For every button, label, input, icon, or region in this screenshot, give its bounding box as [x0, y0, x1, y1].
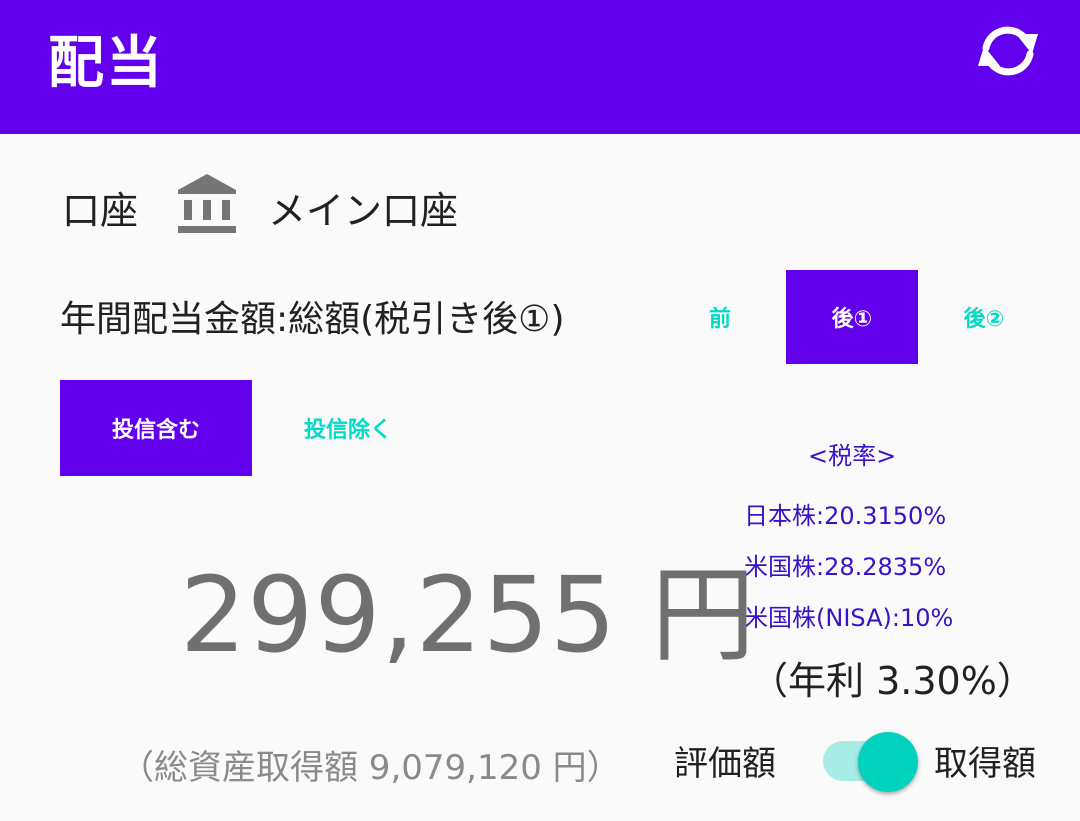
- tax-rate-japan: 日本株:20.3150%: [744, 502, 947, 530]
- include-funds-button[interactable]: 投信含む: [60, 380, 252, 476]
- tax-after2-button[interactable]: 後②: [918, 270, 1050, 364]
- app-title: 配当: [48, 31, 164, 96]
- tax-rate-us-nisa: 米国株(NISA):10%: [744, 604, 954, 632]
- bank-icon: [176, 172, 238, 234]
- total-assets: （総資産取得額 9,079,120 円）: [120, 748, 621, 788]
- app-bar: 配当: [0, 0, 1080, 134]
- annual-yield: （年利 3.30%）: [750, 659, 1035, 703]
- refresh-icon[interactable]: [972, 20, 1044, 80]
- exclude-funds-button[interactable]: 投信除く: [252, 380, 444, 476]
- tax-before-button[interactable]: 前: [654, 270, 786, 364]
- tax-rate-us: 米国株:28.2835%: [744, 553, 947, 581]
- tax-rate-title: <税率>: [808, 442, 897, 470]
- valuation-label: 評価額: [674, 744, 776, 784]
- annual-dividend-label: 年間配当金額:総額(税引き後①): [60, 299, 565, 340]
- account-name[interactable]: メイン口座: [268, 180, 458, 235]
- value-switch-thumb[interactable]: [858, 732, 918, 792]
- dividend-amount: 299,255 円: [180, 554, 757, 676]
- tax-after1-button[interactable]: 後①: [786, 270, 918, 364]
- account-label: 口座: [62, 189, 139, 233]
- acquisition-label: 取得額: [934, 744, 1036, 784]
